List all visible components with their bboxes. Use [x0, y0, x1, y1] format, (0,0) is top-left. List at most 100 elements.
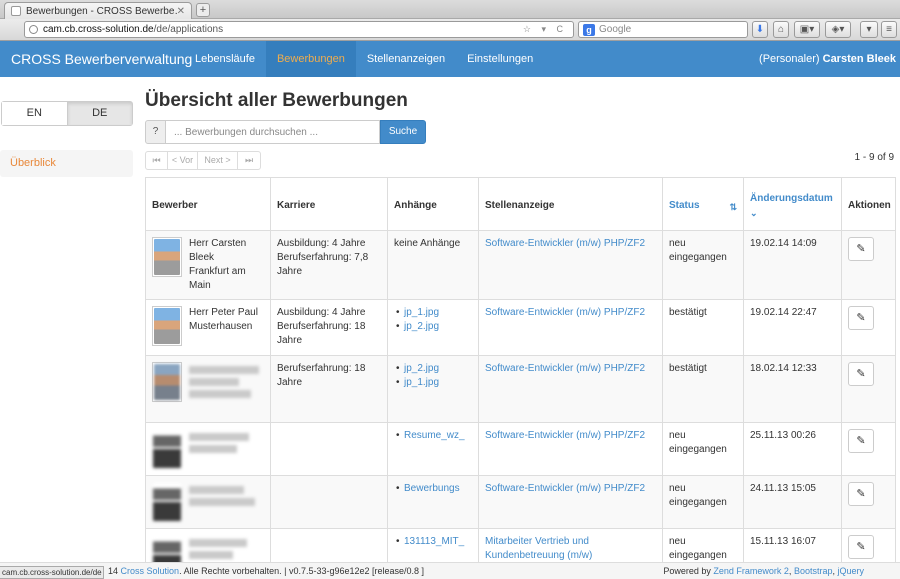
edit-button[interactable]: ✎: [848, 362, 874, 386]
job-cell: Software-Entwickler (m/w) PHP/ZF2: [478, 299, 663, 356]
job-link[interactable]: Software-Entwickler (m/w) PHP/ZF2: [485, 483, 645, 494]
prev-page-button[interactable]: < Vor: [168, 152, 198, 169]
next-page-button[interactable]: Next >: [198, 152, 238, 169]
edit-button[interactable]: ✎: [848, 482, 874, 506]
browser-tab-title: Bewerbungen - CROSS Bewerbe…: [26, 5, 177, 17]
footer-company-link[interactable]: Cross Solution: [121, 566, 180, 576]
edit-button[interactable]: ✎: [848, 535, 874, 559]
nav-einstellungen[interactable]: Einstellungen: [456, 41, 544, 77]
job-link[interactable]: Software-Entwickler (m/w) PHP/ZF2: [485, 430, 645, 441]
nav-bewerbungen[interactable]: Bewerbungen: [265, 41, 356, 77]
pencil-icon: ✎: [856, 541, 866, 553]
language-en-button[interactable]: EN: [2, 102, 67, 125]
attachment-link[interactable]: jp_2.jpg: [404, 321, 439, 332]
footer-year: 14: [108, 566, 119, 576]
redacted-text: [189, 390, 251, 398]
career-cell: [270, 422, 388, 476]
edit-button[interactable]: ✎: [848, 429, 874, 453]
attachment-link[interactable]: Bewerbungs: [404, 483, 460, 494]
attachment-link[interactable]: Resume_wz_: [404, 430, 465, 441]
edit-button[interactable]: ✎: [848, 237, 874, 261]
table-row: Herr Peter Paul Musterhausen Ausbildung:…: [145, 299, 896, 356]
last-page-button[interactable]: ⏭: [238, 152, 260, 169]
status-cell: bestätigt: [662, 355, 744, 423]
redacted-text: [189, 433, 249, 441]
addon-icon[interactable]: ◈▾: [825, 21, 851, 38]
table-row: Herr Carsten Bleek Frankfurt am Main Ausb…: [145, 230, 896, 300]
bookmarks-icon[interactable]: ▣▾: [794, 21, 820, 38]
footer-link-jquery[interactable]: jQuery: [837, 566, 864, 576]
redacted-text: [189, 445, 237, 453]
job-link[interactable]: Software-Entwickler (m/w) PHP/ZF2: [485, 238, 645, 249]
edit-button[interactable]: ✎: [848, 306, 874, 330]
new-tab-button[interactable]: +: [196, 3, 210, 17]
applicant-name[interactable]: Herr Carsten Bleek: [189, 238, 246, 263]
user-role: (Personaler): [759, 53, 820, 65]
browser-tab-strip: Bewerbungen - CROSS Bewerbe… ✕ +: [0, 0, 900, 19]
attachment-link[interactable]: jp_2.jpg: [404, 363, 439, 374]
attachment-link[interactable]: jp_1.jpg: [404, 307, 439, 318]
job-link[interactable]: Software-Entwickler (m/w) PHP/ZF2: [485, 363, 645, 374]
pocket-icon[interactable]: ▾: [860, 21, 878, 38]
browser-search-bar[interactable]: g Google: [578, 21, 748, 38]
browser-toolbar: cam.cb.cross-solution.de /de/application…: [0, 19, 900, 41]
table-header-row: Bewerber Karriere Anhänge Stellenanzeige…: [145, 177, 896, 231]
nav-lebenslaeufe[interactable]: Lebensläufe: [184, 41, 266, 77]
download-icon[interactable]: ⬇: [752, 21, 768, 38]
attachments-cell: Bewerbungs: [387, 475, 479, 529]
sidebar-item-overview[interactable]: Überblick: [0, 150, 133, 177]
applicant-name[interactable]: Herr Peter Paul Musterhausen: [189, 307, 258, 332]
globe-icon: [29, 25, 38, 34]
search-form: ? Suche: [145, 120, 426, 144]
column-header-attachments: Anhänge: [387, 177, 479, 231]
close-icon[interactable]: ✕: [177, 6, 185, 17]
first-page-button[interactable]: ⏮: [146, 152, 168, 169]
actions-cell: ✎: [841, 299, 896, 356]
url-bar[interactable]: cam.cb.cross-solution.de /de/application…: [24, 21, 574, 38]
avatar[interactable]: [152, 482, 182, 522]
status-cell: bestätigt: [662, 299, 744, 356]
actions-cell: ✎: [841, 355, 896, 423]
table-row: Bewerbungs Software-Entwickler (m/w) PHP…: [145, 475, 896, 529]
job-link[interactable]: Software-Entwickler (m/w) PHP/ZF2: [485, 307, 645, 318]
career-cell: Ausbildung: 4 Jahre Berufserfahrung: 7,8…: [270, 230, 388, 300]
attachments-cell: Resume_wz_: [387, 422, 479, 476]
footer-link-bootstrap[interactable]: Bootstrap: [794, 566, 833, 576]
avatar[interactable]: [152, 306, 182, 346]
pencil-icon: ✎: [856, 435, 866, 447]
footer-powered-label: Powered by: [663, 566, 711, 576]
brand[interactable]: CROSS Bewerberverwaltung: [11, 41, 192, 77]
footer-link-zend[interactable]: Zend Framework 2: [713, 566, 789, 576]
avatar[interactable]: [152, 237, 182, 277]
search-button[interactable]: Suche: [380, 120, 426, 144]
menu-icon[interactable]: ≡: [881, 21, 897, 38]
redacted-text: [189, 378, 239, 386]
browser-tab[interactable]: Bewerbungen - CROSS Bewerbe… ✕: [4, 2, 192, 19]
applicant-cell: Herr Peter Paul Musterhausen: [145, 299, 271, 356]
attachment-link[interactable]: 131113_MIT_: [404, 536, 464, 547]
help-icon[interactable]: ?: [145, 120, 166, 144]
avatar[interactable]: [152, 362, 182, 402]
footer-powered: Powered by Zend Framework 2, Bootstrap, …: [663, 566, 864, 576]
nav-stellenanzeigen[interactable]: Stellenanzeigen: [356, 41, 456, 77]
app-navbar: CROSS Bewerberverwaltung Lebensläufe Bew…: [0, 41, 900, 77]
pencil-icon: ✎: [856, 368, 866, 380]
result-count: 1 - 9 of 9: [854, 152, 894, 163]
page-title: Übersicht aller Bewerbungen: [145, 90, 408, 111]
column-header-status[interactable]: Status ⇅: [662, 177, 744, 231]
job-cell: Software-Entwickler (m/w) PHP/ZF2: [478, 355, 663, 423]
job-link[interactable]: Mitarbeiter Vertrieb und Kundenbetreuung…: [485, 536, 592, 561]
home-icon[interactable]: ⌂: [773, 21, 789, 38]
reload-icon[interactable]: ☆ ▾ C: [523, 24, 567, 35]
redacted-text: [189, 486, 244, 494]
column-header-job: Stellenanzeige: [478, 177, 663, 231]
user-menu[interactable]: (Personaler) Carsten Bleek: [759, 41, 896, 77]
language-de-button[interactable]: DE: [66, 102, 132, 125]
search-input[interactable]: [166, 120, 380, 144]
pencil-icon: ✎: [856, 312, 866, 324]
column-header-date[interactable]: Änderungsdatum ⌄: [743, 177, 842, 231]
avatar[interactable]: [152, 429, 182, 469]
date-cell: 19.02.14 22:47: [743, 299, 842, 356]
attachments-cell: keine Anhänge: [387, 230, 479, 300]
attachment-link[interactable]: jp_1.jpg: [404, 377, 439, 388]
